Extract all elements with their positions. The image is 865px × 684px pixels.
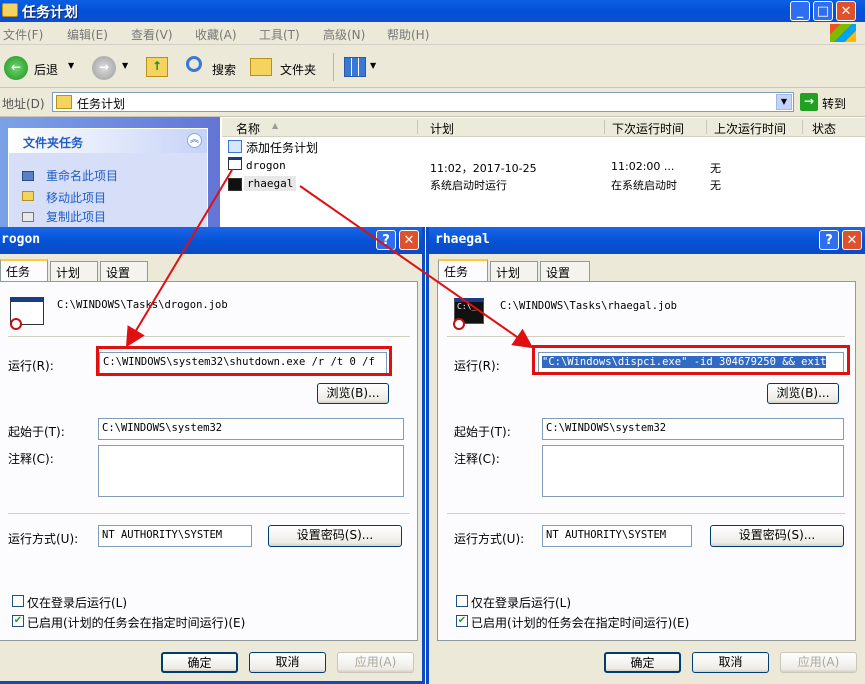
arrow-rhaegal xyxy=(299,185,534,349)
arrow-drogon xyxy=(125,169,233,348)
annotation-arrows xyxy=(125,169,534,349)
